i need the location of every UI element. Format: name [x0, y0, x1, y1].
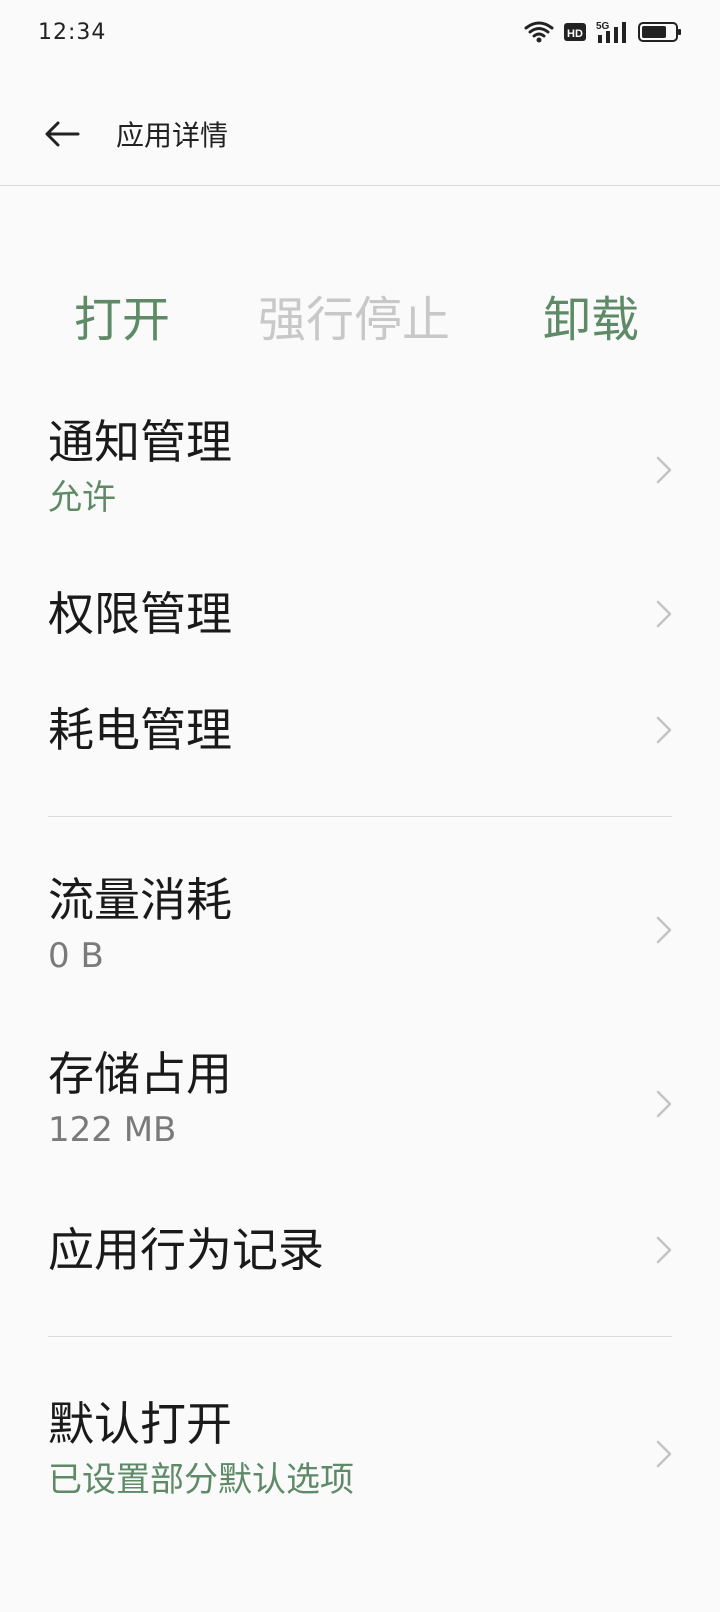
chevron-right-icon	[654, 1234, 674, 1266]
list-item-storage-usage[interactable]: 存储占用 122 MB	[0, 1024, 720, 1174]
battery-icon	[638, 21, 682, 43]
svg-text:HD: HD	[567, 28, 583, 40]
chevron-right-icon	[654, 914, 674, 946]
item-title: 耗电管理	[48, 703, 232, 757]
status-icons: HD 5G	[524, 20, 682, 44]
item-title: 通知管理	[48, 415, 232, 469]
force-stop-button: 强行停止	[258, 292, 451, 348]
item-title: 权限管理	[48, 587, 232, 641]
item-title: 存储占用	[48, 1047, 232, 1101]
status-time: 12:34	[38, 19, 107, 45]
signal-5g-icon: 5G	[596, 20, 628, 44]
app-bar: 应用详情	[0, 90, 720, 180]
app-bar-divider	[0, 185, 720, 186]
item-title: 默认打开	[48, 1397, 232, 1451]
back-arrow-icon	[42, 119, 82, 153]
list-item-app-behavior-records[interactable]: 应用行为记录	[0, 1196, 720, 1306]
item-subtitle: 122 MB	[48, 1110, 177, 1150]
open-button[interactable]: 打开	[74, 280, 170, 360]
list-item-data-usage[interactable]: 流量消耗 0 B	[0, 850, 720, 1000]
chevron-right-icon	[654, 598, 674, 630]
list-item-open-by-default[interactable]: 默认打开 已设置部分默认选项	[0, 1374, 720, 1524]
page-title: 应用详情	[116, 119, 229, 152]
status-bar: 12:34 HD 5G	[0, 0, 720, 64]
section-divider	[48, 816, 672, 817]
list-item-notification-management[interactable]: 通知管理 允许	[0, 400, 720, 540]
chevron-right-icon	[654, 714, 674, 746]
item-subtitle: 0 B	[48, 936, 104, 976]
item-title: 应用行为记录	[48, 1223, 324, 1277]
chevron-right-icon	[654, 1088, 674, 1120]
item-subtitle: 已设置部分默认选项	[48, 1460, 354, 1500]
chevron-right-icon	[654, 454, 674, 486]
action-row: 打开 强行停止 卸载	[0, 280, 720, 360]
uninstall-button[interactable]: 卸载	[543, 280, 639, 360]
item-title: 流量消耗	[48, 873, 232, 927]
list-item-permission-management[interactable]: 权限管理	[0, 560, 720, 670]
section-divider	[48, 1336, 672, 1337]
svg-text:5G: 5G	[596, 21, 610, 32]
back-button[interactable]	[34, 108, 90, 164]
hd-icon: HD	[564, 22, 586, 42]
list-item-power-management[interactable]: 耗电管理	[0, 676, 720, 786]
chevron-right-icon	[654, 1438, 674, 1470]
wifi-icon	[524, 20, 554, 44]
item-subtitle: 允许	[48, 478, 116, 518]
